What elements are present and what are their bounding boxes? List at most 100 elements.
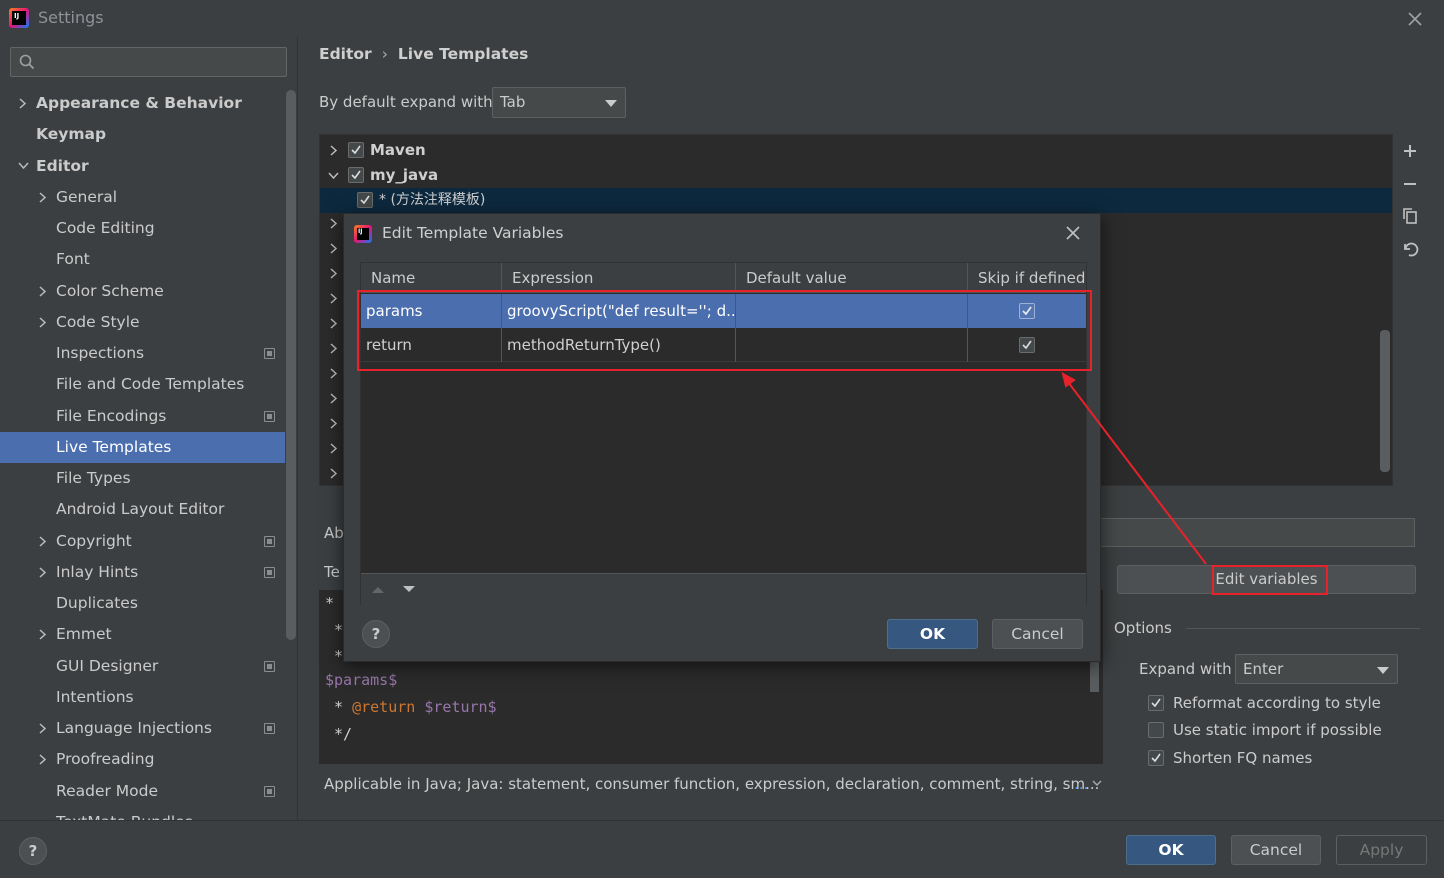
- maven-checkbox[interactable]: [348, 142, 364, 158]
- sidebar-item-general[interactable]: General: [0, 182, 285, 213]
- chevron-right-icon[interactable]: [38, 567, 48, 578]
- dialog-title: Edit Template Variables: [382, 224, 564, 242]
- column-header-skip[interactable]: Skip if defined: [968, 263, 1086, 293]
- chevron-right-icon[interactable]: [329, 268, 339, 279]
- column-header-default[interactable]: Default value: [736, 263, 968, 293]
- sidebar-item-file-and-code-templates[interactable]: File and Code Templates: [0, 369, 285, 400]
- help-button[interactable]: ?: [362, 620, 390, 648]
- template-group-my-java[interactable]: my_java: [320, 163, 1392, 188]
- cancel-button[interactable]: Cancel: [992, 619, 1083, 649]
- sidebar-scrollbar[interactable]: [286, 90, 296, 640]
- sidebar-item-language-injections[interactable]: Language Injections: [0, 713, 285, 744]
- option-label: Use static import if possible: [1173, 721, 1382, 739]
- sidebar-item-label: Android Layout Editor: [56, 500, 225, 519]
- template-checkbox[interactable]: [357, 192, 373, 208]
- sidebar-item-label: Duplicates: [56, 594, 138, 612]
- chevron-down-icon[interactable]: [18, 161, 29, 171]
- chevron-down-icon[interactable]: [1092, 779, 1102, 787]
- revert-icon[interactable]: [1401, 240, 1419, 258]
- static-import-checkbox[interactable]: [1148, 722, 1164, 738]
- column-header-expression[interactable]: Expression: [502, 263, 736, 293]
- chevron-down-icon: [605, 100, 617, 107]
- applicable-more-link[interactable]: ...: [1074, 775, 1088, 793]
- project-level-icon: [264, 535, 275, 547]
- chevron-right-icon[interactable]: [38, 192, 48, 203]
- sidebar-item-gui-designer[interactable]: GUI Designer: [0, 651, 285, 682]
- sidebar-item-label: File Encodings: [56, 406, 167, 425]
- expand-with-select[interactable]: Enter: [1235, 654, 1398, 684]
- help-button[interactable]: ?: [19, 837, 47, 865]
- sidebar-item-inlay-hints[interactable]: Inlay Hints: [0, 557, 285, 588]
- chevron-right-icon[interactable]: [329, 343, 339, 354]
- sidebar-item-file-encodings[interactable]: File Encodings: [0, 401, 285, 432]
- sidebar-item-code-editing[interactable]: Code Editing: [0, 213, 285, 244]
- editor-scrollbar[interactable]: [1090, 662, 1099, 692]
- options-label: Options: [1114, 619, 1172, 637]
- chevron-right-icon[interactable]: [38, 754, 48, 765]
- add-icon[interactable]: [1401, 142, 1419, 160]
- chevron-right-icon[interactable]: [329, 393, 339, 404]
- sidebar-item-code-style[interactable]: Code Style: [0, 307, 285, 338]
- sidebar-item-copyright[interactable]: Copyright: [0, 526, 285, 557]
- chevron-right-icon[interactable]: [329, 368, 339, 379]
- chevron-right-icon[interactable]: [18, 98, 28, 109]
- sidebar-item-intentions[interactable]: Intentions: [0, 682, 285, 713]
- close-icon[interactable]: [1404, 8, 1426, 30]
- sidebar-item-emmet[interactable]: Emmet: [0, 619, 285, 650]
- chevron-right-icon[interactable]: [38, 629, 48, 640]
- move-up-icon[interactable]: [371, 585, 385, 594]
- chevron-right-icon[interactable]: [329, 468, 339, 479]
- ok-button[interactable]: OK: [1126, 835, 1216, 865]
- template-item-selected[interactable]: * (方法注释模板): [320, 188, 1392, 213]
- breadcrumb-editor[interactable]: Editor: [319, 45, 372, 63]
- chevron-right-icon[interactable]: [38, 317, 48, 328]
- chevron-right-icon[interactable]: [329, 218, 339, 229]
- copy-icon[interactable]: [1401, 207, 1419, 225]
- shorten-fq-checkbox[interactable]: [1148, 750, 1164, 766]
- chevron-right-icon[interactable]: [329, 443, 339, 454]
- tree-scrollbar[interactable]: [1380, 330, 1390, 472]
- sidebar-item-android-layout-editor[interactable]: Android Layout Editor: [0, 494, 285, 525]
- chevron-right-icon[interactable]: [38, 723, 48, 734]
- sidebar-item-live-templates[interactable]: Live Templates: [0, 431, 285, 463]
- chevron-right-icon[interactable]: [329, 243, 339, 254]
- sidebar-item-file-types[interactable]: File Types: [0, 463, 285, 494]
- close-icon[interactable]: [1064, 224, 1082, 242]
- cancel-button[interactable]: Cancel: [1231, 835, 1321, 865]
- my-java-checkbox[interactable]: [348, 167, 364, 183]
- breadcrumb-separator-icon: ›: [381, 45, 388, 63]
- sidebar-item-label: Live Templates: [56, 437, 172, 456]
- reformat-checkbox[interactable]: [1148, 695, 1164, 711]
- sidebar-item-color-scheme[interactable]: Color Scheme: [0, 276, 285, 307]
- sidebar-item-editor[interactable]: Editor: [0, 151, 285, 182]
- column-header-name[interactable]: Name: [361, 263, 502, 293]
- chevron-right-icon[interactable]: [38, 285, 48, 297]
- move-down-icon[interactable]: [402, 585, 416, 594]
- search-input[interactable]: [10, 47, 287, 77]
- chevron-down-icon: [328, 171, 339, 181]
- chevron-right-icon[interactable]: [329, 293, 339, 304]
- chevron-right-icon[interactable]: [38, 535, 48, 547]
- code-keyword: @return: [352, 698, 416, 716]
- sidebar-item-appearance-behavior[interactable]: Appearance & Behavior: [0, 88, 285, 119]
- sidebar-item-duplicates[interactable]: Duplicates: [0, 588, 285, 619]
- sidebar-item-reader-mode[interactable]: Reader Mode: [0, 776, 285, 807]
- sidebar-item-proofreading[interactable]: Proofreading: [0, 744, 285, 775]
- remove-icon[interactable]: [1401, 175, 1419, 193]
- apply-button[interactable]: Apply: [1336, 835, 1427, 865]
- sidebar-item-font[interactable]: Font: [0, 244, 285, 275]
- code-line: */: [334, 725, 353, 743]
- table-toolbar: [361, 573, 1086, 605]
- chevron-right-icon[interactable]: [329, 418, 339, 429]
- expand-with-select[interactable]: Tab: [492, 87, 626, 118]
- template-group-maven[interactable]: Maven: [320, 138, 1392, 163]
- intellij-logo-icon: IJ: [9, 8, 29, 28]
- description-field[interactable]: [1100, 518, 1415, 547]
- sidebar-item-label: File Types: [56, 469, 131, 487]
- sidebar-item-keymap[interactable]: Keymap: [0, 119, 285, 150]
- sidebar-item-inspections[interactable]: Inspections: [0, 338, 285, 369]
- window-title: Settings: [38, 8, 104, 27]
- chevron-right-icon[interactable]: [329, 318, 339, 329]
- ok-button[interactable]: OK: [887, 619, 978, 649]
- sidebar-item-textmate-bundles[interactable]: TextMate Bundles: [0, 807, 285, 820]
